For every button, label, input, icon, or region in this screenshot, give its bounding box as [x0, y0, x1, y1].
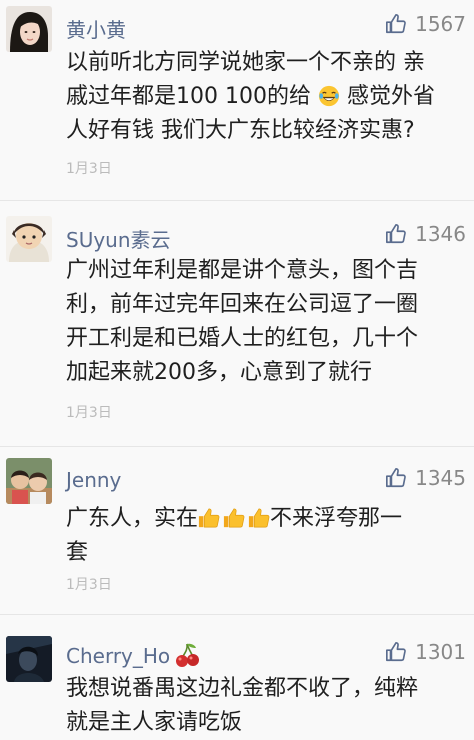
two-kids-photo-icon	[6, 458, 52, 504]
thumbs-up-emoji	[248, 507, 270, 529]
thumbs-up-icon	[385, 223, 407, 245]
cartoon-boy-icon	[6, 216, 52, 262]
comment-text: 以前听北方同学说她家一个不亲的 亲 戚过年都是100 100的给 感觉外省 人好…	[66, 46, 470, 148]
thumbs-up-icon	[385, 641, 407, 663]
avatar[interactable]	[6, 216, 52, 262]
comment-date: 1月3日	[66, 577, 112, 593]
like-count: 1567	[415, 12, 466, 36]
comment-line: 套	[66, 540, 89, 565]
author-name-text: Cherry_Ho	[66, 644, 171, 668]
thumbs-up-emoji	[223, 507, 245, 529]
comment-line-tail: 感觉外省	[346, 84, 435, 109]
comment-line-head: 戚过年都是100 100的给	[66, 84, 311, 109]
thumbs-up-icon	[385, 467, 407, 489]
thumbs-up-emoji	[198, 507, 220, 529]
divider	[0, 200, 474, 201]
cherry-emoji	[176, 643, 200, 667]
comment-line: 以前听北方同学说她家一个不亲的 亲	[66, 50, 425, 75]
dark-portrait-icon	[6, 636, 52, 682]
author-name[interactable]: SUyun素云	[66, 224, 171, 253]
comment-date: 1月3日	[66, 405, 112, 421]
divider	[0, 614, 474, 615]
comment-line: 广州过年利是都是讲个意头，图个吉	[66, 258, 419, 283]
like-button[interactable]: 1346	[385, 222, 466, 246]
woman-portrait-icon	[6, 6, 52, 52]
comment-date: 1月3日	[66, 161, 112, 177]
author-name[interactable]: Jenny	[66, 468, 121, 492]
comment-line: 广东人，实在 不来浮夸那一	[66, 502, 470, 536]
comment-line-head: 广东人，实在	[66, 506, 199, 531]
comment-text: 广州过年利是都是讲个意头，图个吉 利，前年过完年回来在公司逗了一圈 开工利是和已…	[66, 254, 470, 390]
divider	[0, 446, 474, 447]
like-button[interactable]: 1345	[385, 466, 466, 490]
comment-line: 开工利是和已婚人士的红包，几十个	[66, 326, 419, 351]
comment-text: 我想说番禺这边礼金都不收了，纯粹 就是主人家请吃饭	[66, 672, 470, 740]
like-count: 1346	[415, 222, 466, 246]
comment-text: 广东人，实在 不来浮夸那一 套	[66, 502, 470, 570]
comment-line: 我想说番禺这边礼金都不收了，纯粹	[66, 676, 419, 701]
avatar[interactable]	[6, 458, 52, 504]
comment-line: 加起来就200多，心意到了就行	[66, 360, 372, 385]
comment-line-tail: 不来浮夸那一	[270, 506, 403, 531]
avatar[interactable]	[6, 6, 52, 52]
author-name[interactable]: Cherry_Ho	[66, 642, 200, 668]
author-name[interactable]: 黄小黄	[66, 14, 126, 43]
avatar[interactable]	[6, 636, 52, 682]
like-count: 1301	[415, 640, 466, 664]
comment-line: 人好有钱 我们大广东比较经济实惠?	[66, 118, 415, 143]
comment-line: 戚过年都是100 100的给 感觉外省	[66, 80, 470, 114]
comment-line: 就是主人家请吃饭	[66, 710, 243, 735]
like-count: 1345	[415, 466, 466, 490]
like-button[interactable]: 1301	[385, 640, 466, 664]
like-button[interactable]: 1567	[385, 12, 466, 36]
thumbs-up-icon	[385, 13, 407, 35]
laughing-tears-emoji	[318, 85, 340, 107]
comment-line: 利，前年过完年回来在公司逗了一圈	[66, 292, 419, 317]
